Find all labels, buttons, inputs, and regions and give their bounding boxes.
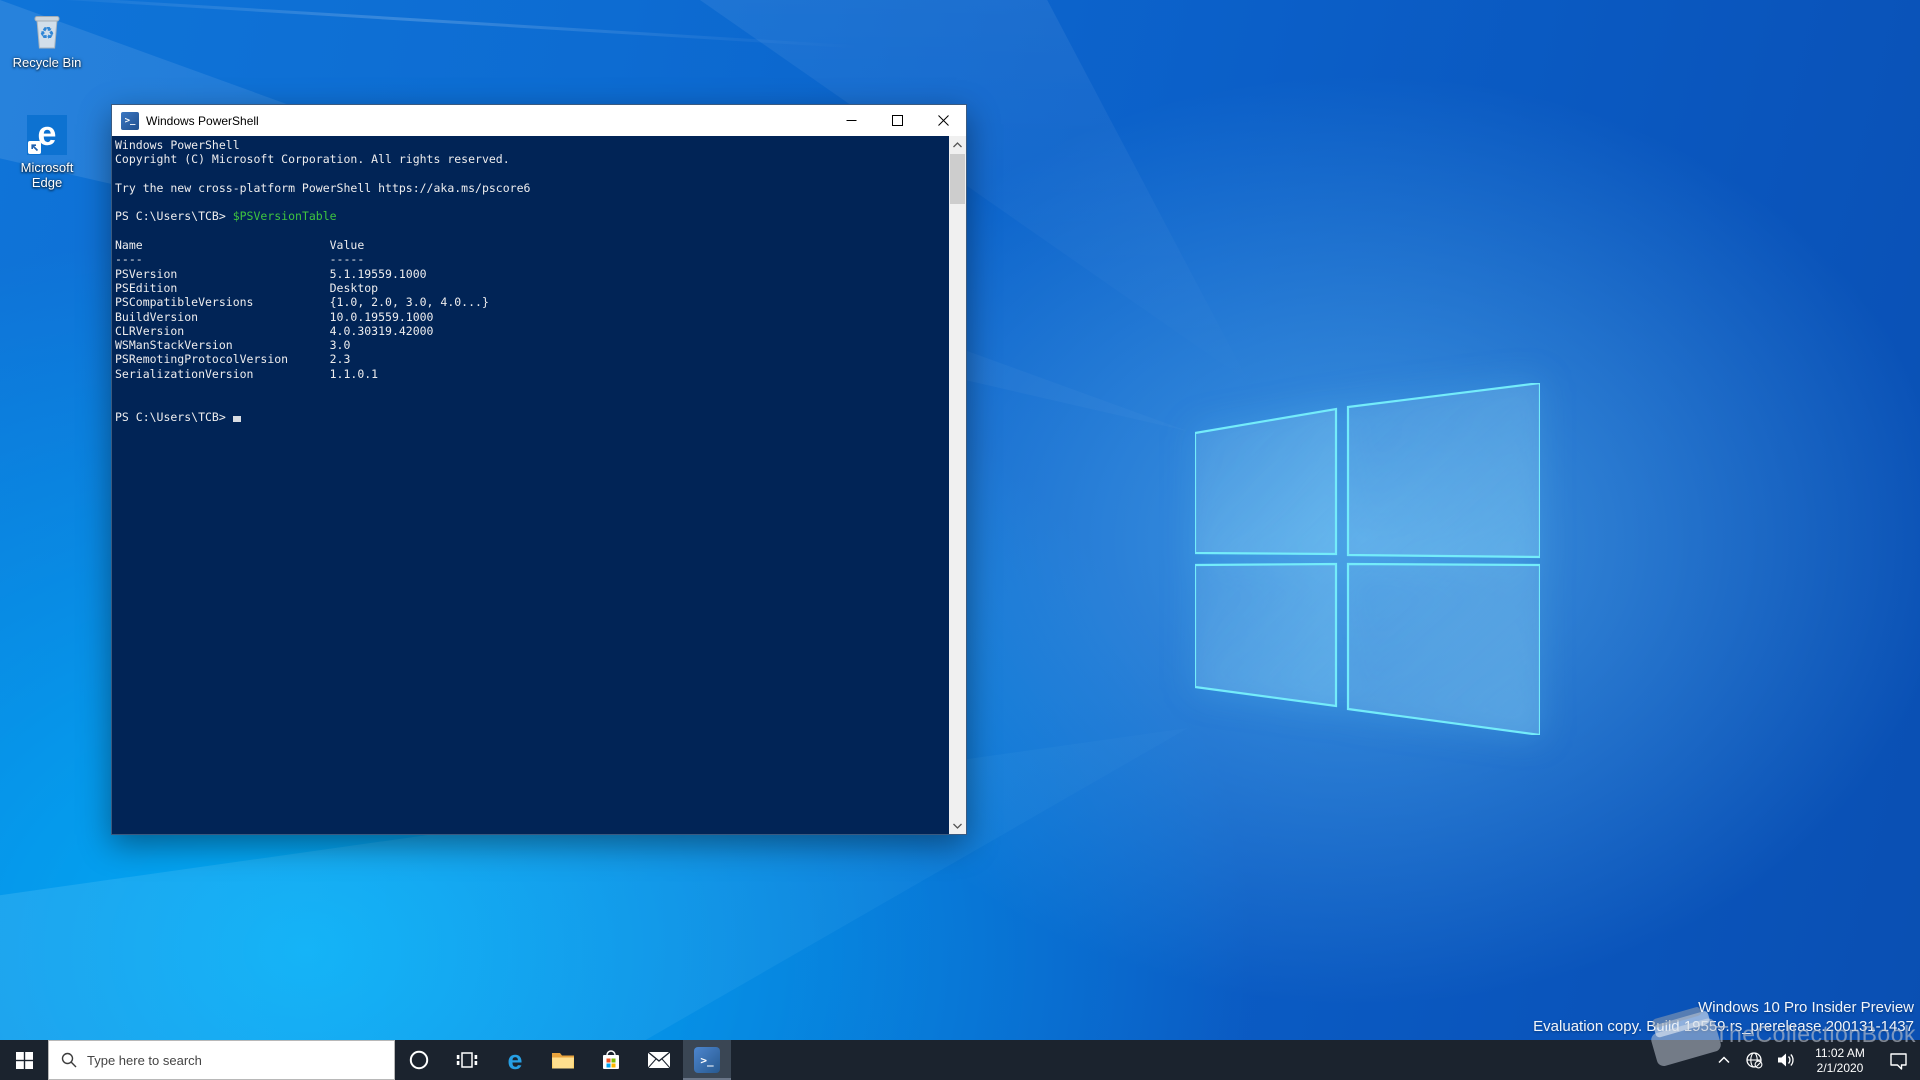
search-icon xyxy=(61,1052,77,1068)
maximize-icon xyxy=(892,115,903,126)
windows-start-icon xyxy=(16,1052,33,1069)
minimize-icon xyxy=(846,115,857,126)
speaker-icon xyxy=(1777,1052,1795,1068)
console-area[interactable]: Windows PowerShellCopyright (C) Microsof… xyxy=(112,136,966,834)
show-hidden-icons-button[interactable] xyxy=(1710,1040,1738,1080)
chevron-up-icon xyxy=(1718,1056,1730,1064)
recycle-bin-icon: ♻ xyxy=(26,10,68,52)
taskbar-file-explorer-button[interactable] xyxy=(539,1040,587,1080)
shortcut-arrow-icon xyxy=(28,141,41,154)
clock-date: 2/1/2020 xyxy=(1817,1061,1864,1075)
window-titlebar[interactable]: >_ Windows PowerShell xyxy=(112,105,966,136)
search-input[interactable] xyxy=(87,1053,394,1068)
powershell-icon: >_ xyxy=(694,1047,720,1073)
volume-button[interactable] xyxy=(1770,1040,1802,1080)
action-center-button[interactable] xyxy=(1878,1040,1918,1080)
taskbar: e >_ xyxy=(0,1040,1920,1080)
close-button[interactable] xyxy=(920,105,966,136)
taskbar-store-button[interactable] xyxy=(587,1040,635,1080)
taskbar-search[interactable] xyxy=(48,1040,395,1080)
taskbar-powershell-button[interactable]: >_ xyxy=(683,1040,731,1080)
action-center-icon xyxy=(1889,1051,1908,1070)
taskbar-mail-button[interactable] xyxy=(635,1040,683,1080)
file-explorer-icon xyxy=(551,1050,575,1070)
edge-icon: e xyxy=(507,1047,522,1074)
scroll-up-icon[interactable] xyxy=(949,136,966,153)
taskbar-task-view-button[interactable] xyxy=(443,1040,491,1080)
watermark-line1: Windows 10 Pro Insider Preview xyxy=(1533,998,1914,1017)
desktop-icon-recycle-bin[interactable]: ♻ Recycle Bin xyxy=(5,10,89,70)
powershell-window: >_ Windows PowerShell Windows PowerShell… xyxy=(111,104,967,835)
scrollbar-thumb[interactable] xyxy=(950,154,965,204)
window-title: Windows PowerShell xyxy=(146,114,828,128)
microsoft-store-icon xyxy=(600,1049,622,1071)
console-cursor xyxy=(233,416,241,422)
windows-flag-logo xyxy=(1195,383,1540,735)
maximize-button[interactable] xyxy=(874,105,920,136)
console-scrollbar[interactable] xyxy=(949,136,966,834)
network-globe-icon xyxy=(1745,1051,1763,1069)
taskbar-edge-button[interactable]: e xyxy=(491,1040,539,1080)
mail-icon xyxy=(647,1051,671,1069)
edge-icon: e xyxy=(27,115,67,155)
wallpaper-streak xyxy=(0,0,859,48)
desktop: ♻ Recycle Bin e Microsoft Edge Windows 1… xyxy=(0,0,1920,1080)
svg-text:♻: ♻ xyxy=(39,24,54,43)
powershell-window-icon: >_ xyxy=(121,112,139,130)
clock-time: 11:02 AM xyxy=(1815,1046,1865,1060)
windows-build-watermark: Windows 10 Pro Insider Preview Evaluatio… xyxy=(1533,998,1914,1036)
start-button[interactable] xyxy=(0,1040,48,1080)
desktop-icon-label: Microsoft Edge xyxy=(5,160,89,190)
close-icon xyxy=(938,115,949,126)
scroll-down-icon[interactable] xyxy=(949,817,966,834)
desktop-icon-microsoft-edge[interactable]: e Microsoft Edge xyxy=(5,115,89,190)
console-output: Windows PowerShellCopyright (C) Microsof… xyxy=(115,138,948,834)
task-view-icon xyxy=(456,1050,478,1070)
system-tray: 11:02 AM 2/1/2020 xyxy=(1710,1040,1920,1080)
network-button[interactable] xyxy=(1738,1040,1770,1080)
taskbar-clock[interactable]: 11:02 AM 2/1/2020 xyxy=(1802,1040,1878,1080)
watermark-line2: Evaluation copy. Build 19559.rs_prerelea… xyxy=(1533,1017,1914,1036)
minimize-button[interactable] xyxy=(828,105,874,136)
desktop-icon-label: Recycle Bin xyxy=(5,55,89,70)
taskbar-cortana-button[interactable] xyxy=(395,1040,443,1080)
cortana-icon xyxy=(408,1049,430,1071)
